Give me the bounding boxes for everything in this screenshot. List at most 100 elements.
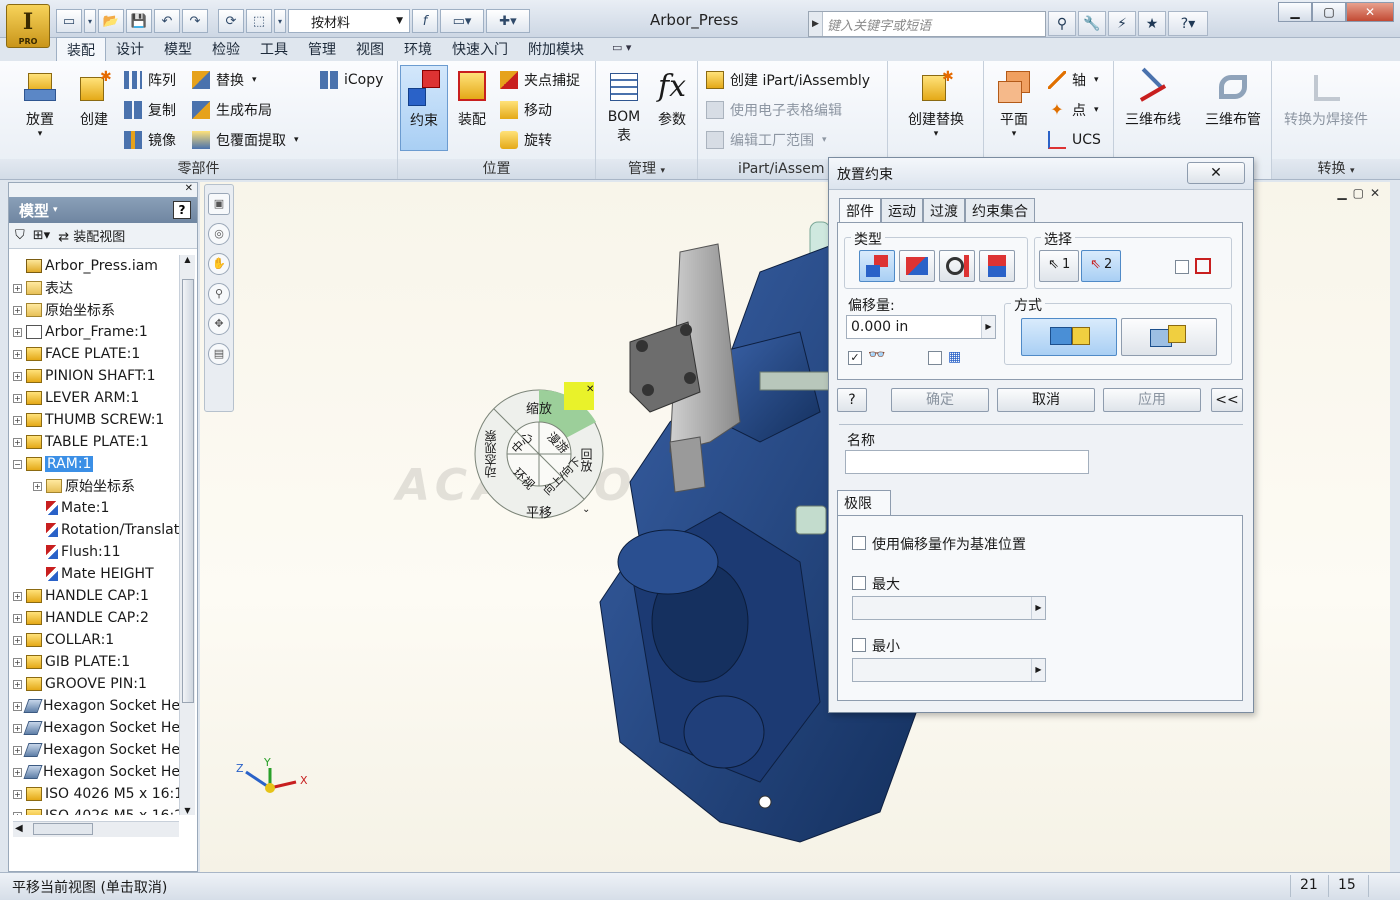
browser-node[interactable]: + 原始坐标系 (13, 299, 179, 321)
tab-constraint-set[interactable]: 约束集合 (965, 198, 1035, 222)
browser-node[interactable]: + ISO 4026 M5 x 16:1 (13, 783, 179, 805)
wheel-zoom[interactable]: 缩放 (526, 398, 552, 417)
edit-spreadsheet-button[interactable]: 使用电子表格编辑 (706, 99, 842, 121)
browser-node[interactable]: +Arbor_Press.iam (13, 255, 179, 277)
replace-button[interactable]: 替换 ▾ (192, 69, 257, 91)
browser-node[interactable]: + HANDLE CAP:1 (13, 585, 179, 607)
plane-button[interactable]: 平面 ▾ (990, 69, 1038, 139)
tab-environments[interactable]: 环境 (394, 37, 442, 61)
create-substitute-button[interactable]: ✱ 创建替换 ▾ (892, 69, 980, 139)
cable-harness-button[interactable]: 三维布线 (1120, 67, 1186, 129)
scroll-left-icon[interactable]: ◀ (15, 823, 23, 834)
dialog-help-icon[interactable]: ? (837, 388, 867, 412)
filter-icon[interactable]: ⛉ (15, 228, 25, 243)
expand-icon[interactable]: + (13, 701, 22, 711)
measure-icon[interactable]: ▭▾ (440, 9, 484, 33)
application-menu-button[interactable]: I PRO (6, 4, 50, 48)
expand-icon[interactable]: + (13, 305, 22, 315)
expand-icon[interactable]: + (13, 591, 22, 601)
offset-flyout-icon[interactable]: ▶ (981, 316, 995, 338)
browser-node[interactable]: − RAM:1 (13, 453, 179, 475)
browser-node[interactable]: + TABLE PLATE:1 (13, 431, 179, 453)
tab-limits[interactable]: 极限 (837, 490, 891, 516)
grip-snap-button[interactable]: 夹点捕捉 (500, 69, 580, 91)
place-button[interactable]: 放置 ▾ (16, 69, 64, 139)
expand-icon[interactable]: + (13, 327, 22, 337)
tab-view[interactable]: 视图 (346, 37, 394, 61)
browser-node[interactable]: + GIB PLATE:1 (13, 651, 179, 673)
tab-manage[interactable]: 管理 (298, 37, 346, 61)
plus-icon[interactable]: ✚▾ (486, 9, 530, 33)
browser-node[interactable]: + GROOVE PIN:1 (13, 673, 179, 695)
browser-node[interactable]: +Mate:1 (13, 497, 179, 519)
scroll-down-icon[interactable]: ▼ (180, 806, 195, 815)
tab-assembly[interactable]: 部件 (839, 198, 881, 223)
expand-icon[interactable]: + (13, 679, 22, 689)
maximum-flyout-icon[interactable]: ▶ (1031, 597, 1045, 619)
expand-icon[interactable]: + (13, 635, 22, 645)
update-icon[interactable]: ⟳ (218, 9, 244, 33)
flush-solution-button[interactable] (1121, 318, 1217, 356)
maximum-checkbox[interactable] (852, 576, 866, 590)
create-button[interactable]: ✱ 创建 (70, 69, 118, 129)
close-icon[interactable]: ✕ (1346, 2, 1394, 22)
constrain-button[interactable]: 约束 (400, 65, 448, 151)
tab-motion[interactable]: 运动 (881, 198, 923, 222)
scroll-up-icon[interactable]: ▲ (180, 255, 195, 264)
expand-icon[interactable]: + (13, 349, 22, 359)
satellite-icon[interactable]: ⚡ (1108, 11, 1136, 36)
help-search-input[interactable]: ▶ 键入关键字或短语 (808, 11, 1046, 37)
expand-icon[interactable]: + (13, 811, 22, 815)
expand-icon[interactable]: + (13, 789, 22, 799)
wrench-icon[interactable]: 🔧 (1078, 11, 1106, 36)
browser-node[interactable]: + LEVER ARM:1 (13, 387, 179, 409)
move-button[interactable]: 移动 (500, 99, 552, 121)
browser-node[interactable]: + Hexagon Socket Head (13, 761, 179, 783)
hierarchy-icon[interactable]: ⊞▾ (33, 228, 50, 243)
wheel-menu-icon[interactable]: ⌄ (582, 504, 590, 515)
mirror-button[interactable]: 镜像 (124, 129, 176, 151)
browser-node[interactable]: +Flush:11 (13, 541, 179, 563)
open-icon[interactable]: 📂 (98, 9, 124, 33)
panel-title-manage[interactable]: 管理 ▾ (596, 159, 697, 179)
edit-factory-button[interactable]: 编辑工厂范围 ▾ (706, 129, 827, 151)
browser-node[interactable]: + 表达 (13, 277, 179, 299)
axis-button[interactable]: 轴 ▾ (1048, 69, 1099, 91)
name-input[interactable] (845, 450, 1089, 474)
tab-add-ins[interactable]: 附加模块 (518, 37, 594, 61)
browser-node[interactable]: + Arbor_Frame:1 (13, 321, 179, 343)
cancel-button[interactable]: 取消 (997, 388, 1095, 412)
pick-part-first-checkbox[interactable] (1175, 260, 1189, 274)
shrinkwrap-button[interactable]: 包覆面提取 ▾ (192, 129, 299, 151)
assembly-view-button[interactable]: ⇄ 装配视图 (58, 226, 125, 245)
assemble-button[interactable]: 装配 (448, 69, 496, 129)
browser-node[interactable]: + HANDLE CAP:2 (13, 607, 179, 629)
wheel-orbit[interactable]: 动态观察 (482, 430, 499, 478)
expand-icon[interactable]: + (13, 437, 22, 447)
browser-node[interactable]: + ISO 4026 M5 x 16:2 (13, 805, 179, 815)
ok-button[interactable]: 确定 (891, 388, 989, 412)
mate-type-button[interactable] (859, 250, 895, 282)
expand-icon[interactable]: + (13, 613, 22, 623)
select-icon[interactable]: ⬚ (246, 9, 272, 33)
minimum-flyout-icon[interactable]: ▶ (1031, 659, 1045, 681)
browser-horizontal-scrollbar[interactable]: ◀ (13, 821, 179, 837)
tab-model[interactable]: 模型 (154, 37, 202, 61)
material-combo[interactable]: 按材料 ▼ (288, 9, 410, 33)
expand-icon[interactable]: + (13, 657, 22, 667)
browser-node[interactable]: +Rotation/Translation (13, 519, 179, 541)
minimum-checkbox[interactable] (852, 638, 866, 652)
maximum-input[interactable]: ▶ (852, 596, 1046, 620)
show-preview-checkbox[interactable]: ✓ (848, 351, 862, 365)
icopy-button[interactable]: iCopy (320, 69, 383, 91)
angle-type-button[interactable] (899, 250, 935, 282)
scrollbar-thumb[interactable] (182, 279, 194, 703)
maximize-icon[interactable]: ▢ (1312, 2, 1346, 22)
create-ipart-button[interactable]: 创建 iPart/iAssembly (706, 69, 870, 91)
browser-close-icon[interactable]: ✕ (9, 183, 197, 197)
star-icon[interactable]: ★ (1138, 11, 1166, 36)
steering-wheel[interactable]: 缩放 中心 漫游 回放 向上/向下 环视 动态观察 平移 ✕ ⌄ (474, 382, 604, 522)
less-button[interactable]: << (1211, 388, 1243, 412)
first-selection-button[interactable]: ⇖ 1 (1039, 250, 1079, 282)
use-offset-resting-checkbox[interactable] (852, 536, 866, 550)
